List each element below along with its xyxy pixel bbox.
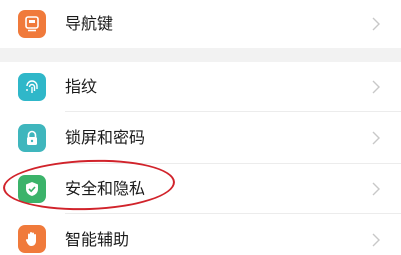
navigation-key-icon xyxy=(18,10,46,38)
settings-item-fingerprint[interactable]: 指纹 xyxy=(0,62,401,112)
settings-item-lockscreen-password[interactable]: 锁屏和密码 xyxy=(0,112,401,164)
fingerprint-icon xyxy=(18,73,46,101)
settings-screen: 导航键 指纹 锁屏和密码 安全和隐私 智能辅助 xyxy=(0,0,401,255)
chevron-right-icon xyxy=(372,182,380,196)
settings-item-smart-assist[interactable]: 智能辅助 xyxy=(0,214,401,255)
shield-check-icon xyxy=(18,175,46,203)
chevron-right-icon xyxy=(372,233,380,247)
settings-item-label: 安全和隐私 xyxy=(65,179,146,198)
settings-item-label: 锁屏和密码 xyxy=(65,128,146,147)
section-gap xyxy=(0,48,401,62)
chevron-right-icon xyxy=(372,131,380,145)
settings-item-security-privacy[interactable]: 安全和隐私 xyxy=(0,164,401,214)
settings-item-label: 智能辅助 xyxy=(65,230,130,249)
settings-item-label: 导航键 xyxy=(65,14,114,33)
hand-icon xyxy=(18,225,46,253)
settings-item-label: 指纹 xyxy=(65,77,98,96)
lock-icon xyxy=(18,124,46,152)
settings-item-navigation-key[interactable]: 导航键 xyxy=(0,0,401,48)
chevron-right-icon xyxy=(372,17,380,31)
chevron-right-icon xyxy=(372,80,380,94)
